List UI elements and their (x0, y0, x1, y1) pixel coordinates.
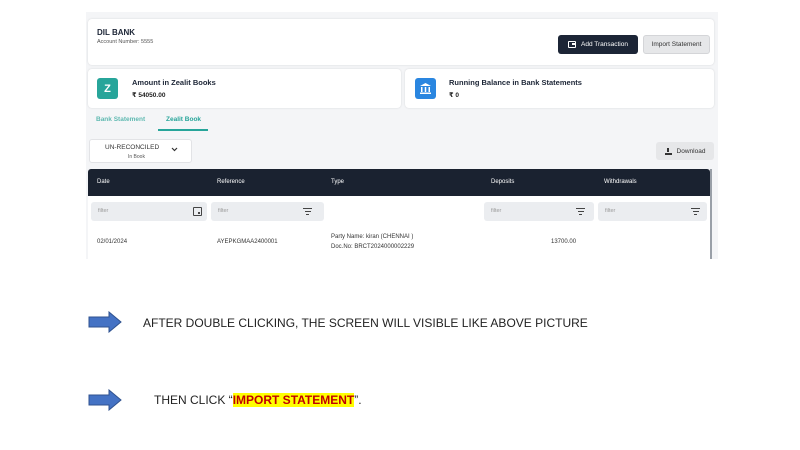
download-label: Download (676, 147, 706, 155)
deposits-filter-placeholder: filter (491, 208, 502, 214)
calendar-icon[interactable] (193, 207, 202, 216)
instruction-text-1: AFTER DOUBLE CLICKING, THE SCREEN WILL V… (143, 316, 588, 330)
date-filter-placeholder: filter (98, 208, 109, 214)
instruction-arrow-icon (88, 389, 122, 411)
column-header-date: Date (97, 179, 110, 185)
download-icon (664, 147, 672, 155)
add-transaction-label: Add Transaction (581, 41, 628, 48)
date-filter-input[interactable]: filter (91, 202, 207, 221)
zealit-books-card: Z Amount in Zealit Books ₹ 54050.00 (88, 69, 401, 108)
app-screenshot: DIL BANK Account Number: 5555 Add Transa… (86, 12, 718, 259)
row-deposits: 13700.00 (551, 239, 577, 245)
bank-balance-title: Running Balance in Bank Statements (449, 78, 582, 87)
column-header-type: Type (331, 179, 345, 185)
zealit-logo-icon: Z (97, 78, 118, 99)
row-date: 02/01/2024 (97, 239, 128, 245)
tab-bank-statement[interactable]: Bank Statement (96, 116, 145, 123)
bank-name: DIL BANK (97, 28, 136, 37)
tab-zealit-book[interactable]: Zealit Book (166, 116, 201, 123)
row-reference: AYEPKGMAA2400001 (217, 239, 278, 245)
table-filter-row: filter filter filter filter (88, 196, 710, 226)
reconcile-status-select[interactable]: UN-RECONCILED In Book (89, 139, 192, 163)
add-transaction-button[interactable]: Add Transaction (558, 35, 638, 54)
filter-icon[interactable] (576, 208, 585, 216)
instruction-text-2: THEN CLICK “IMPORT STATEMENT”. (154, 393, 362, 407)
bank-balance-amount: ₹ 0 (449, 92, 459, 99)
withdrawals-filter-placeholder: filter (605, 208, 616, 214)
table-scrollbar[interactable] (710, 169, 712, 259)
import-statement-button[interactable]: Import Statement (643, 35, 710, 54)
column-header-withdrawals: Withdrawals (604, 179, 637, 185)
withdrawals-filter-input[interactable]: filter (598, 202, 707, 221)
bank-header-card: DIL BANK Account Number: 5555 Add Transa… (88, 19, 714, 65)
deposits-filter-input[interactable]: filter (484, 202, 594, 221)
active-tab-indicator (158, 129, 208, 131)
download-button[interactable]: Download (656, 142, 714, 160)
chevron-down-icon (171, 147, 178, 154)
instruction-suffix: ”. (354, 393, 362, 407)
row-party-name: Party Name: kiran (CHENNAI ) (331, 234, 414, 240)
reconcile-status-sub: In Book (128, 154, 145, 160)
instruction-prefix: THEN CLICK “ (154, 393, 233, 407)
column-header-deposits: Deposits (491, 179, 515, 185)
table-header: Date Reference Type Deposits Withdrawals (88, 169, 710, 196)
filter-icon[interactable] (691, 208, 700, 216)
reference-filter-input[interactable]: filter (211, 202, 324, 221)
bank-icon (415, 78, 436, 99)
column-header-reference: Reference (217, 179, 245, 185)
zealit-books-title: Amount in Zealit Books (132, 78, 216, 87)
reference-filter-placeholder: filter (218, 208, 229, 214)
bank-balance-card: Running Balance in Bank Statements ₹ 0 (405, 69, 714, 108)
reconcile-status-value: UN-RECONCILED (105, 144, 160, 151)
wallet-icon (568, 41, 576, 48)
instruction-arrow-icon (88, 311, 122, 333)
table-row[interactable]: 02/01/2024 AYEPKGMAA2400001 Party Name: … (88, 226, 710, 259)
row-doc-no: Doc.No: BRCT2024000002229 (331, 244, 415, 250)
zealit-books-amount: ₹ 54050.00 (132, 92, 166, 99)
instruction-highlight: IMPORT STATEMENT (232, 393, 355, 407)
account-number: Account Number: 5555 (97, 39, 154, 45)
filter-icon[interactable] (303, 208, 312, 216)
